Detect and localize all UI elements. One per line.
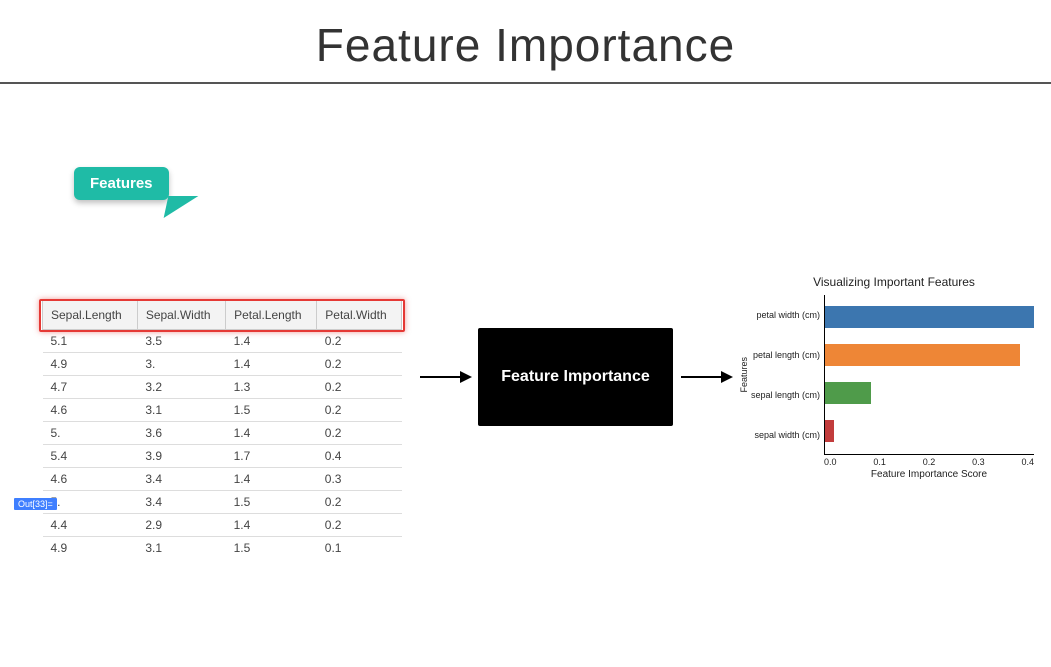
col-sepal-length: Sepal.Length	[43, 301, 138, 330]
arrow-icon	[681, 376, 731, 378]
table-row: 5.3.61.40.2	[43, 422, 402, 445]
y-tick-label: sepal width (cm)	[751, 415, 820, 455]
col-sepal-width: Sepal.Width	[137, 301, 225, 330]
x-tick-label: 0.3	[972, 457, 985, 467]
y-tick-label: sepal length (cm)	[751, 375, 820, 415]
table-row: 4.63.41.40.3	[43, 468, 402, 491]
table-cell: 4.9	[43, 537, 138, 560]
table-cell: 1.3	[226, 376, 317, 399]
col-petal-width: Petal.Width	[317, 301, 402, 330]
chart-ylabel: Features	[739, 357, 749, 393]
table-cell: 1.4	[226, 468, 317, 491]
x-tick-label: 0.2	[923, 457, 936, 467]
table-row: 5.13.51.40.2	[43, 330, 402, 353]
table-cell: 0.2	[317, 330, 402, 353]
y-tick-label: petal length (cm)	[751, 335, 820, 375]
table-header-row: Sepal.Length Sepal.Width Petal.Length Pe…	[43, 301, 402, 330]
features-table: Sepal.Length Sepal.Width Petal.Length Pe…	[42, 300, 402, 559]
x-tick-label: 0.4	[1021, 457, 1034, 467]
table-cell: 5.4	[43, 445, 138, 468]
table-cell: 3.2	[137, 376, 225, 399]
out-badge: Out[33]=	[14, 498, 57, 510]
table-cell: 0.4	[317, 445, 402, 468]
table-cell: 1.5	[226, 491, 317, 514]
arrow-icon	[420, 376, 470, 378]
chart-xlabel: Feature Importance Score	[824, 469, 1034, 480]
table-cell: 3.6	[137, 422, 225, 445]
chart-bar	[825, 344, 1020, 366]
table-cell: 1.5	[226, 399, 317, 422]
table-row: 4.63.11.50.2	[43, 399, 402, 422]
chart-bar	[825, 382, 871, 404]
table-cell: 4.7	[43, 376, 138, 399]
table-cell: 3.1	[137, 537, 225, 560]
features-callout: Features	[74, 167, 169, 200]
table-row: 5.43.91.70.4	[43, 445, 402, 468]
table-cell: 4.9	[43, 353, 138, 376]
table-cell: 0.2	[317, 376, 402, 399]
table-cell: 3.1	[137, 399, 225, 422]
table-cell: 5.	[43, 422, 138, 445]
table-cell: 1.5	[226, 537, 317, 560]
table-cell: 3.9	[137, 445, 225, 468]
chart-wrap: Visualizing Important Features Features …	[739, 275, 1049, 480]
table-cell: 4.6	[43, 468, 138, 491]
y-tick-label: petal width (cm)	[751, 295, 820, 335]
page-title: Feature Importance	[0, 0, 1051, 82]
table-wrap: Features Out[33]= Sepal.Length Sepal.Wid…	[42, 195, 402, 559]
table-cell: 4.4	[43, 514, 138, 537]
table-row: 5.3.41.50.2	[43, 491, 402, 514]
title-divider	[0, 82, 1051, 84]
table-cell: 0.2	[317, 353, 402, 376]
table-cell: 0.1	[317, 537, 402, 560]
table-cell: 0.2	[317, 514, 402, 537]
table-row: 4.42.91.40.2	[43, 514, 402, 537]
chart-title: Visualizing Important Features	[739, 275, 1049, 289]
chart-bar	[825, 420, 834, 442]
chart-bar	[825, 306, 1034, 328]
table-cell: 1.4	[226, 353, 317, 376]
table-cell: 1.7	[226, 445, 317, 468]
table-cell: 3.	[137, 353, 225, 376]
table-cell: 0.2	[317, 399, 402, 422]
feature-importance-box: Feature Importance	[478, 328, 673, 426]
content-row: Features Out[33]= Sepal.Length Sepal.Wid…	[0, 195, 1051, 559]
table-cell: 1.4	[226, 330, 317, 353]
table-row: 4.93.1.40.2	[43, 353, 402, 376]
plot-area	[824, 295, 1034, 455]
x-tick-label: 0.1	[873, 457, 886, 467]
table-cell: 4.6	[43, 399, 138, 422]
x-tick-labels: 0.0 0.1 0.2 0.3 0.4	[824, 457, 1034, 467]
x-tick-label: 0.0	[824, 457, 837, 467]
table-cell: 3.4	[137, 468, 225, 491]
table-cell: 1.4	[226, 422, 317, 445]
table-cell: 3.4	[137, 491, 225, 514]
table-cell: 2.9	[137, 514, 225, 537]
table-cell: 0.2	[317, 491, 402, 514]
table-row: 4.93.11.50.1	[43, 537, 402, 560]
table-cell: 0.3	[317, 468, 402, 491]
table-cell: 3.5	[137, 330, 225, 353]
col-petal-length: Petal.Length	[226, 301, 317, 330]
table-cell: 5.1	[43, 330, 138, 353]
table-row: 4.73.21.30.2	[43, 376, 402, 399]
table-cell: 0.2	[317, 422, 402, 445]
y-tick-labels: petal width (cm)petal length (cm)sepal l…	[751, 295, 824, 455]
table-cell: 1.4	[226, 514, 317, 537]
